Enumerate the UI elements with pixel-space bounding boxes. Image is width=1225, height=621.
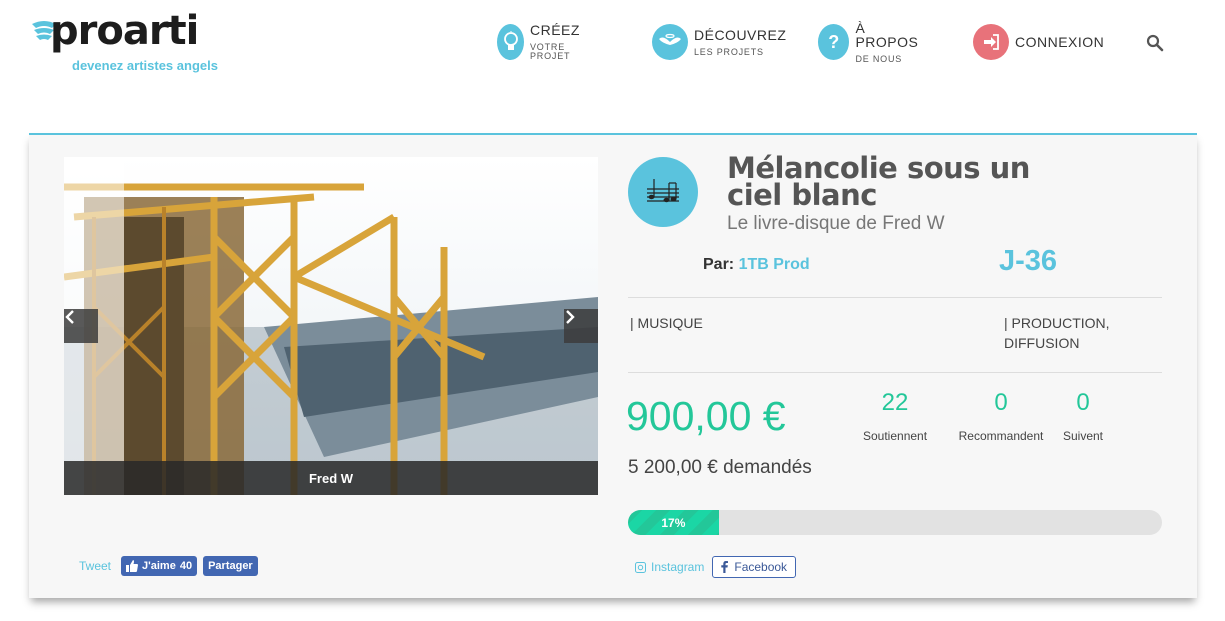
project-image	[64, 157, 598, 495]
facebook-link[interactable]: Facebook	[712, 556, 797, 578]
sign-in-icon	[973, 24, 1009, 60]
chevron-right-icon	[566, 310, 575, 324]
instagram-link[interactable]: Instagram	[635, 560, 704, 574]
instagram-icon	[635, 561, 646, 573]
like-count: 40	[179, 560, 193, 572]
stat-value: 0	[1076, 389, 1090, 416]
project-card: Fred W Tweet J'aime 40 Partager Mélancol…	[29, 133, 1197, 598]
like-button[interactable]: J'aime 40	[121, 556, 198, 576]
author-link[interactable]: 1TB Prod	[739, 256, 810, 273]
instagram-label: Instagram	[651, 560, 705, 574]
nav-login-label: CONNEXION	[1015, 34, 1105, 50]
stat-recommend: 0 Recommandent	[954, 389, 1048, 443]
nav-about[interactable]: ? À PROPOS DE NOUS	[818, 19, 923, 64]
stat-value: 22	[881, 389, 909, 416]
nav-create[interactable]: CRÉEZ VOTRE PROJET	[497, 22, 589, 62]
social-links: Instagram Facebook	[635, 556, 797, 578]
logo-tagline: devenez artistes angels	[72, 58, 218, 73]
stat-followers: 0 Suivent	[1059, 389, 1107, 443]
search-icon[interactable]	[1146, 34, 1164, 52]
amount-goal: 5 200,00 € demandés	[628, 457, 812, 478]
like-label: J'aime	[142, 560, 176, 572]
share-button[interactable]: Partager	[203, 556, 258, 576]
logo-wordmark: proarti	[50, 8, 199, 54]
site-logo[interactable]: proarti devenez artistes angels	[30, 8, 220, 78]
nav-discover[interactable]: DÉCOUVREZ LES PROJETS	[652, 22, 786, 62]
carousel-next-button[interactable]	[564, 309, 598, 343]
nav-about-sub: DE NOUS	[855, 53, 903, 64]
progress-fill: 17%	[628, 510, 719, 535]
countdown: J-36	[999, 245, 1058, 277]
angel-wings-icon	[652, 24, 688, 60]
divider	[628, 297, 1162, 298]
chevron-left-icon	[65, 310, 74, 324]
project-title: Mélancolie sous un ciel blanc	[727, 151, 1030, 212]
facebook-label: Facebook	[734, 560, 788, 574]
image-carousel[interactable]: Fred W	[64, 157, 598, 495]
stat-label: Suivent	[1062, 429, 1104, 443]
by-label: Par:	[703, 256, 735, 273]
stat-label: Recommandent	[958, 429, 1044, 443]
amount-raised: 900,00 €	[626, 393, 786, 439]
carousel-prev-button[interactable]	[64, 309, 98, 343]
carousel-caption: Fred W	[64, 461, 598, 495]
category-music: | MUSIQUE	[630, 315, 703, 331]
funding-progress-bar: 17%	[628, 510, 1162, 535]
nav-about-label: À PROPOS	[855, 19, 919, 50]
stat-supporters: 22 Soutiennent	[863, 389, 927, 443]
site-header: proarti devenez artistes angels CRÉEZ VO…	[0, 0, 1225, 100]
tweet-link[interactable]: Tweet	[79, 559, 111, 573]
lightbulb-icon	[497, 24, 524, 60]
question-icon: ?	[818, 24, 850, 60]
category-production: | PRODUCTION, DIFFUSION	[1004, 315, 1110, 351]
nav-login[interactable]: CONNEXION	[973, 22, 1104, 62]
facebook-icon	[721, 561, 729, 573]
thumbs-up-icon	[126, 560, 139, 572]
nav-create-label: CRÉEZ	[530, 22, 580, 38]
music-notes-icon	[628, 157, 698, 227]
nav-discover-label: DÉCOUVREZ	[694, 26, 787, 43]
nav-create-sub: VOTRE PROJET	[530, 42, 571, 61]
project-author: Par: 1TB Prod	[703, 256, 810, 274]
share-bar: Tweet J'aime 40 Partager	[79, 556, 258, 576]
stat-value: 0	[994, 389, 1008, 416]
nav-discover-sub: LES PROJETS	[694, 46, 764, 57]
project-subtitle: Le livre-disque de Fred W	[727, 213, 945, 234]
stat-label: Soutiennent	[863, 429, 928, 443]
divider	[628, 372, 1162, 373]
